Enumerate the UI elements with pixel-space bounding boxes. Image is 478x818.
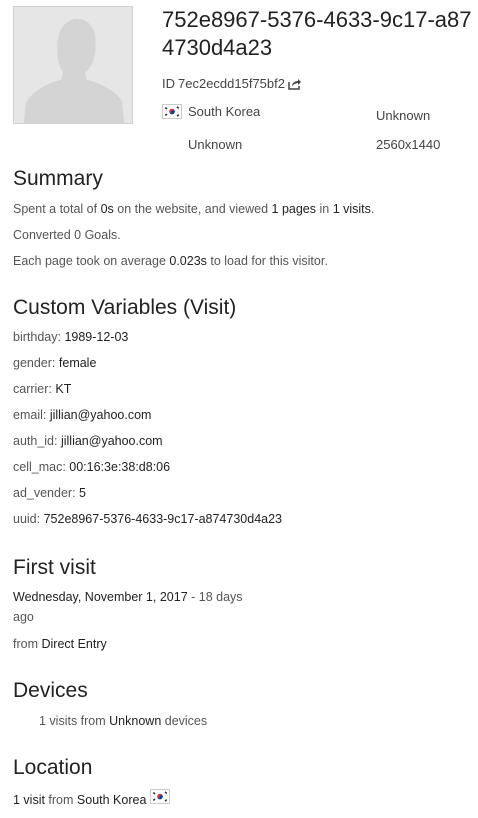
visitor-browser: Unknown [376, 108, 431, 123]
visitor-avatar [13, 6, 133, 124]
location-country: South Korea [76, 793, 147, 807]
south-korea-flag-icon [162, 104, 182, 119]
custom-variable-value: 1989-12-03 [64, 330, 129, 344]
custom-variable-key: email: [13, 408, 47, 422]
first-visit-section: First visit Wednesday, November 1, 2017 … [13, 555, 273, 657]
custom-variable-value: 5 [79, 486, 86, 500]
location-heading: Location [13, 756, 93, 779]
custom-variable-value: KT [55, 382, 72, 396]
summary-heading: Summary [13, 167, 103, 190]
avatar-silhouette-icon [14, 7, 132, 123]
location-line: 1 visit from South Korea [13, 787, 468, 813]
custom-variable-row: uuid: 752e8967-5376-4633-9c17-a874730d4a… [13, 506, 468, 532]
devices-line: 1 visits from Unknown devices [13, 708, 468, 734]
summary-text: Spent a total of [13, 202, 101, 216]
export-icon[interactable] [288, 78, 302, 90]
summary-pages-count: 1 pages [271, 202, 316, 216]
devices-device-name: Unknown [109, 714, 162, 728]
location-section: Location 1 visit from South Korea [13, 755, 468, 813]
visitor-title: 752e8967-5376-4633-9c17-a874730d4a23 [162, 7, 472, 60]
custom-variable-key: cell_mac: [13, 460, 66, 474]
custom-variable-row: ad_vender: 5 [13, 480, 468, 506]
custom-variable-row: birthday: 1989-12-03 [13, 324, 468, 350]
custom-variable-row: carrier: KT [13, 376, 468, 402]
custom-variables-heading: Custom Variables (Visit) [13, 296, 237, 319]
visitor-country-name: South Korea [188, 104, 261, 119]
first-visit-heading: First visit [13, 556, 96, 579]
custom-variable-key: auth_id: [13, 434, 58, 448]
visitor-id: ID 7ec2ecdd15f75bf2 [162, 76, 302, 91]
custom-variable-key: uuid: [13, 512, 41, 526]
summary-avg-load-time: 0.023s [169, 254, 207, 268]
custom-variable-row: email: jillian@yahoo.com [13, 402, 468, 428]
devices-section: Devices 1 visits from Unknown devices [13, 678, 468, 734]
custom-variables-section: Custom Variables (Visit) birthday: 1989-… [13, 295, 468, 532]
summary-total-time: 0s [100, 202, 114, 216]
summary-text: Each page took on average [13, 254, 170, 268]
first-visit-source-line: from Direct Entry [13, 631, 273, 657]
custom-variable-key: carrier: [13, 382, 52, 396]
first-visit-ago-suffix: ago [13, 610, 34, 624]
custom-variable-row: auth_id: jillian@yahoo.com [13, 428, 468, 454]
summary-text: . [370, 202, 375, 216]
first-visit-from-label: from [13, 637, 42, 651]
summary-goals-line: Converted 0 Goals. [13, 228, 121, 242]
custom-variable-value: female [58, 356, 97, 370]
devices-heading: Devices [13, 679, 88, 702]
visitor-resolution: 2560x1440 [376, 137, 441, 152]
summary-load-line: Each page took on average 0.023s to load… [13, 248, 468, 274]
first-visit-ago: - 18 days [187, 590, 243, 604]
custom-variable-key: birthday: [13, 330, 61, 344]
summary-text: on the website, and viewed [113, 202, 272, 216]
summary-section: Summary Spent a total of 0s on the websi… [13, 166, 468, 274]
visitor-profile-header: 752e8967-5376-4633-9c17-a874730d4a23 ID … [0, 0, 478, 160]
custom-variables-list: birthday: 1989-12-03 gender: female carr… [13, 324, 468, 532]
summary-text: to load for this visitor. [206, 254, 328, 268]
south-korea-flag-icon [150, 788, 171, 804]
first-visit-date: Wednesday, November 1, 2017 [13, 590, 188, 604]
first-visit-source: Direct Entry [41, 637, 107, 651]
location-visits-count: 1 visit [13, 793, 45, 807]
summary-visits-count: 1 visits [332, 202, 371, 216]
first-visit-date-line: Wednesday, November 1, 2017 - 18 days ag… [13, 587, 273, 627]
visitor-country: South Korea [162, 104, 260, 119]
visitor-os: Unknown [188, 137, 243, 152]
custom-variable-value: jillian@yahoo.com [49, 408, 152, 422]
visitor-id-label: ID [162, 76, 175, 91]
custom-variable-key: ad_vender: [13, 486, 76, 500]
custom-variable-row: cell_mac: 00:16:3e:38:d8:06 [13, 454, 468, 480]
custom-variable-value: 752e8967-5376-4633-9c17-a874730d4a23 [43, 512, 283, 526]
custom-variable-row: gender: female [13, 350, 468, 376]
custom-variable-value: 00:16:3e:38:d8:06 [69, 460, 171, 474]
custom-variable-value: jillian@yahoo.com [60, 434, 163, 448]
visitor-id-value: 7ec2ecdd15f75bf2 [178, 76, 285, 91]
devices-text: 1 visits from [39, 714, 110, 728]
custom-variable-key: gender: [13, 356, 56, 370]
summary-text: in [316, 202, 333, 216]
summary-time-line: Spent a total of 0s on the website, and … [13, 196, 468, 222]
devices-text: devices [161, 714, 208, 728]
location-from-label: from [44, 793, 77, 807]
